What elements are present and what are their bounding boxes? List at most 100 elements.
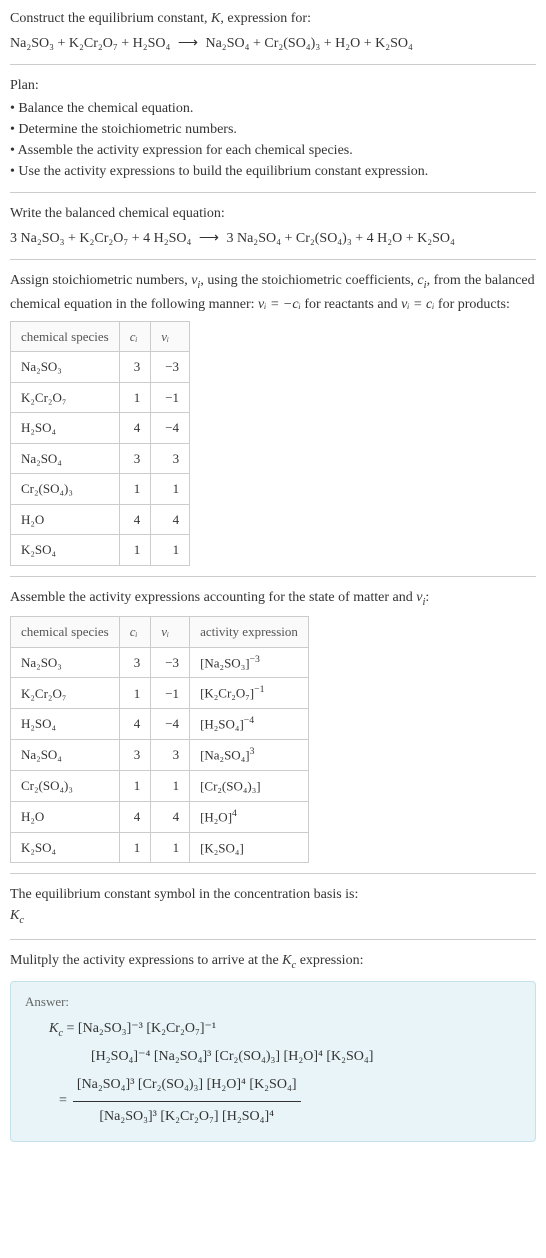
cell-species: Na₂SO₃ bbox=[11, 352, 120, 383]
table-header-row: chemical species cᵢ νᵢ activity expressi… bbox=[11, 617, 309, 648]
col-species: chemical species bbox=[11, 617, 120, 648]
table-row: Na₂SO₄33[Na₂SO₄]3 bbox=[11, 740, 309, 771]
cell-v: 1 bbox=[151, 770, 190, 801]
intro-text-pre: Construct the equilibrium constant, bbox=[10, 11, 211, 26]
cell-c: 3 bbox=[119, 352, 151, 383]
divider bbox=[10, 576, 536, 577]
ae-exp: 3 bbox=[250, 746, 255, 757]
cell-species: K₂SO₄ bbox=[11, 535, 120, 566]
assemble-p1: Assemble the activity expressions accoun… bbox=[10, 590, 416, 605]
kc-terms-1: [Na₂SO₃]⁻³ [K₂Cr₂O₇]⁻¹ bbox=[78, 1021, 216, 1036]
divider bbox=[10, 939, 536, 940]
cell-species: H₂SO₄ bbox=[11, 413, 120, 444]
cell-species: K₂Cr₂O₇ bbox=[11, 382, 120, 413]
cell-species: H₂O bbox=[11, 801, 120, 832]
balanced-rhs: 3 Na₂SO₄ + Cr₂(SO₄)₃ + 4 H₂O + K₂SO₄ bbox=[226, 231, 454, 246]
stoich-table-2: chemical species cᵢ νᵢ activity expressi… bbox=[10, 616, 309, 863]
cell-v: 1 bbox=[151, 832, 190, 863]
balanced-lhs: 3 Na₂SO₃ + K₂Cr₂O₇ + 4 H₂SO₄ bbox=[10, 231, 191, 246]
assign-section: Assign stoichiometric numbers, νi, using… bbox=[10, 270, 536, 566]
kc-line2: [H₂SO₄]⁻⁴ [Na₂SO₄]³ [Cr₂(SO₄)₃] [H₂O]⁴ [… bbox=[49, 1044, 521, 1071]
cell-c: 1 bbox=[119, 832, 151, 863]
intro-line1: Construct the equilibrium constant, K, e… bbox=[10, 8, 536, 29]
table-row: Na₂SO₃3−3 bbox=[11, 352, 190, 383]
kc-k: K bbox=[10, 908, 19, 923]
cell-activity: [Na₂SO₄]3 bbox=[190, 740, 309, 771]
multiply-p2: expression: bbox=[296, 953, 363, 968]
cell-c: 4 bbox=[119, 504, 151, 535]
table-row: H₂SO₄4−4 bbox=[11, 413, 190, 444]
eq-sign: = bbox=[63, 1021, 78, 1036]
cell-v: −1 bbox=[151, 382, 190, 413]
assign-text: Assign stoichiometric numbers, νi, using… bbox=[10, 270, 536, 315]
cell-v: −3 bbox=[151, 647, 190, 678]
ae-base: [Na₂SO₄] bbox=[200, 747, 250, 762]
table-row: Na₂SO₄33 bbox=[11, 443, 190, 474]
plan-section: Plan: Balance the chemical equation. Det… bbox=[10, 75, 536, 182]
table-row: K₂Cr₂O₇1−1 bbox=[11, 382, 190, 413]
table-row: H₂SO₄4−4[H₂SO₄]−4 bbox=[11, 709, 309, 740]
symbol-text: The equilibrium constant symbol in the c… bbox=[10, 884, 536, 905]
cell-c: 1 bbox=[119, 535, 151, 566]
frac-denominator: [Na₂SO₃]³ [K₂Cr₂O₇] [H₂SO₄]⁴ bbox=[73, 1102, 301, 1131]
cell-species: Cr₂(SO₄)₃ bbox=[11, 770, 120, 801]
col-ci: cᵢ bbox=[119, 617, 151, 648]
kc-fraction: [Na₂SO₄]³ [Cr₂(SO₄)₃] [H₂O]⁴ [K₂SO₄] [Na… bbox=[73, 1072, 301, 1130]
cell-species: Cr₂(SO₄)₃ bbox=[11, 474, 120, 505]
col-ci: cᵢ bbox=[119, 321, 151, 352]
assign-p5: for products: bbox=[434, 297, 509, 312]
cell-v: −1 bbox=[151, 678, 190, 709]
cell-c: 3 bbox=[119, 647, 151, 678]
balanced-title: Write the balanced chemical equation: bbox=[10, 203, 536, 224]
ae-base: [H₂SO₄] bbox=[200, 717, 244, 732]
cell-v: 1 bbox=[151, 474, 190, 505]
col-vi: νᵢ bbox=[151, 321, 190, 352]
intro-section: Construct the equilibrium constant, K, e… bbox=[10, 8, 536, 54]
cell-c: 3 bbox=[119, 443, 151, 474]
cell-species: Na₂SO₃ bbox=[11, 647, 120, 678]
kc-expression: Kc = [Na₂SO₃]⁻³ [K₂Cr₂O₇]⁻¹ [H₂SO₄]⁻⁴ [N… bbox=[25, 1016, 521, 1131]
assign-rel2: νᵢ = cᵢ bbox=[401, 297, 434, 312]
cell-activity: [Cr₂(SO₄)₃] bbox=[190, 770, 309, 801]
table-row: Cr₂(SO₄)₃11[Cr₂(SO₄)₃] bbox=[11, 770, 309, 801]
cell-v: −3 bbox=[151, 352, 190, 383]
kc-line1: Kc = [Na₂SO₃]⁻³ [K₂Cr₂O₇]⁻¹ bbox=[49, 1016, 521, 1044]
assign-p1: Assign stoichiometric numbers, bbox=[10, 273, 191, 288]
ae-base: [Cr₂(SO₄)₃] bbox=[200, 778, 261, 793]
cell-species: Na₂SO₄ bbox=[11, 740, 120, 771]
plan-item: Use the activity expressions to build th… bbox=[10, 161, 536, 182]
kc-sub: c bbox=[19, 915, 24, 926]
cell-species: H₂SO₄ bbox=[11, 709, 120, 740]
balanced-section: Write the balanced chemical equation: 3 … bbox=[10, 203, 536, 249]
multiply-p1: Mulitply the activity expressions to arr… bbox=[10, 953, 282, 968]
arrow-icon: ⟶ bbox=[199, 231, 219, 246]
intro-k: K bbox=[211, 11, 220, 26]
table-header-row: chemical species cᵢ νᵢ bbox=[11, 321, 190, 352]
cell-v: 1 bbox=[151, 535, 190, 566]
balanced-equation: 3 Na₂SO₃ + K₂Cr₂O₇ + 4 H₂SO₄ ⟶ 3 Na₂SO₄ … bbox=[10, 228, 536, 249]
eq-lhs: Na₂SO₃ + K₂Cr₂O₇ + H₂SO₄ bbox=[10, 36, 170, 51]
eq-sign-2: = bbox=[49, 1088, 67, 1115]
assemble-p2: : bbox=[425, 590, 429, 605]
cell-species: K₂SO₄ bbox=[11, 832, 120, 863]
ae-exp: 4 bbox=[232, 808, 237, 819]
assign-rel1: νᵢ = −cᵢ bbox=[258, 297, 301, 312]
table-row: K₂SO₄11[K₂SO₄] bbox=[11, 832, 309, 863]
table-row: K₂Cr₂O₇1−1[K₂Cr₂O₇]−1 bbox=[11, 678, 309, 709]
multiply-kc: K bbox=[282, 953, 291, 968]
ae-exp: −4 bbox=[244, 715, 254, 726]
cell-species: H₂O bbox=[11, 504, 120, 535]
col-activity: activity expression bbox=[190, 617, 309, 648]
cell-activity: [K₂Cr₂O₇]−1 bbox=[190, 678, 309, 709]
ae-base: [H₂O] bbox=[200, 809, 232, 824]
plan-item: Balance the chemical equation. bbox=[10, 98, 536, 119]
cell-c: 1 bbox=[119, 770, 151, 801]
cell-c: 3 bbox=[119, 740, 151, 771]
assign-p2: , using the stoichiometric coefficients, bbox=[200, 273, 417, 288]
unbalanced-equation: Na₂SO₃ + K₂Cr₂O₇ + H₂SO₄ ⟶ Na₂SO₄ + Cr₂(… bbox=[10, 33, 536, 54]
assemble-section: Assemble the activity expressions accoun… bbox=[10, 587, 536, 864]
cell-activity: [H₂O]4 bbox=[190, 801, 309, 832]
kc-k: K bbox=[49, 1021, 58, 1036]
assemble-text: Assemble the activity expressions accoun… bbox=[10, 587, 536, 611]
kc-fraction-row: = [Na₂SO₄]³ [Cr₂(SO₄)₃] [H₂O]⁴ [K₂SO₄] [… bbox=[49, 1072, 521, 1130]
